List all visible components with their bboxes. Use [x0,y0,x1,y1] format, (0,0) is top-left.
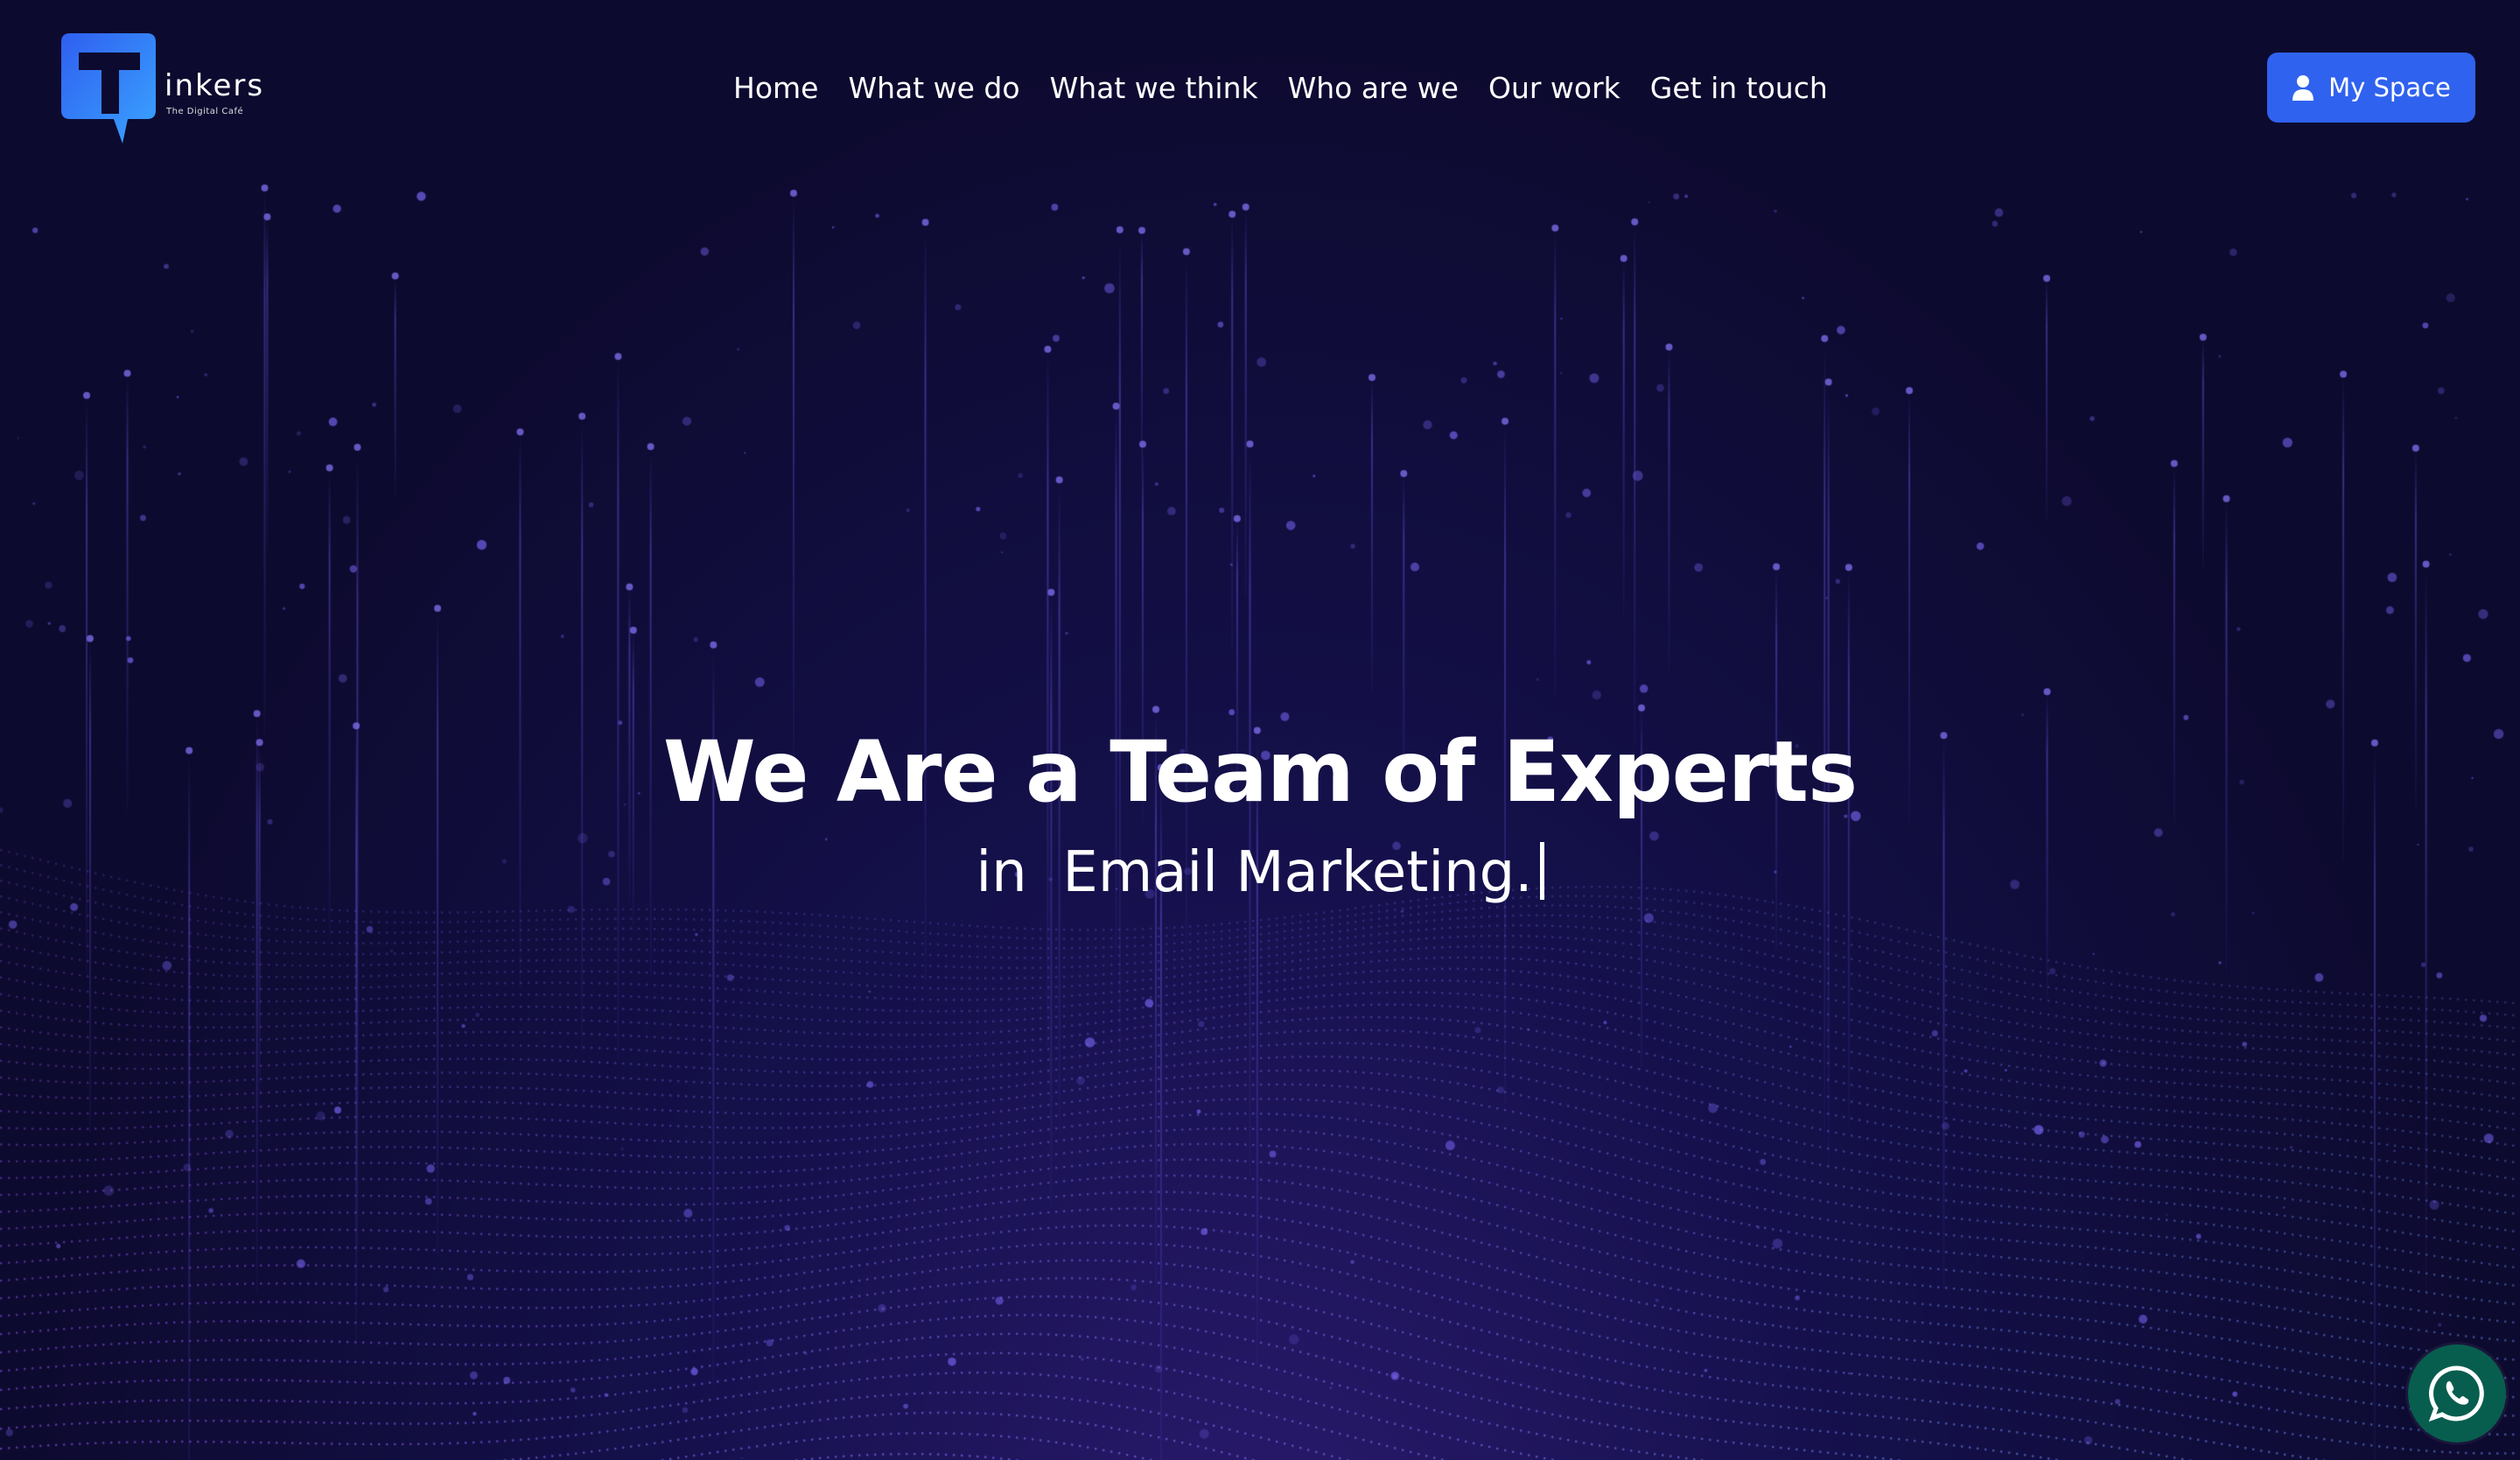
typing-caret [1539,842,1544,900]
hero-subtitle-text: in Email Marketing. [976,840,1533,905]
brand-logo[interactable]: inkers The Digital Café [61,33,271,147]
brand-tagline: The Digital Café [166,107,244,116]
site-header: inkers The Digital Café Home What we do … [0,0,2520,175]
whatsapp-icon [2428,1365,2484,1422]
nav-item-what-we-think[interactable]: What we think [1050,71,1258,105]
hero-subtitle: in Email Marketing. [0,840,2520,905]
my-space-label: My Space [2328,73,2451,102]
whatsapp-button[interactable] [2408,1344,2506,1442]
nav-item-get-in-touch[interactable]: Get in touch [1650,71,1828,105]
nav-item-who-are-we[interactable]: Who are we [1288,71,1459,105]
brand-name: inkers [164,68,265,103]
hero-title: We Are a Team of Experts [662,723,1858,821]
user-icon [2292,75,2314,101]
page: inkers The Digital Café Home What we do … [0,0,2520,1460]
nav-item-our-work[interactable]: Our work [1488,71,1620,105]
main-nav: Home What we do What we think Who are we… [733,67,1828,109]
tinkers-t-logo-icon [61,33,156,144]
nav-item-what-we-do[interactable]: What we do [848,71,1019,105]
nav-item-home[interactable]: Home [733,71,818,105]
my-space-button[interactable]: My Space [2267,53,2475,123]
